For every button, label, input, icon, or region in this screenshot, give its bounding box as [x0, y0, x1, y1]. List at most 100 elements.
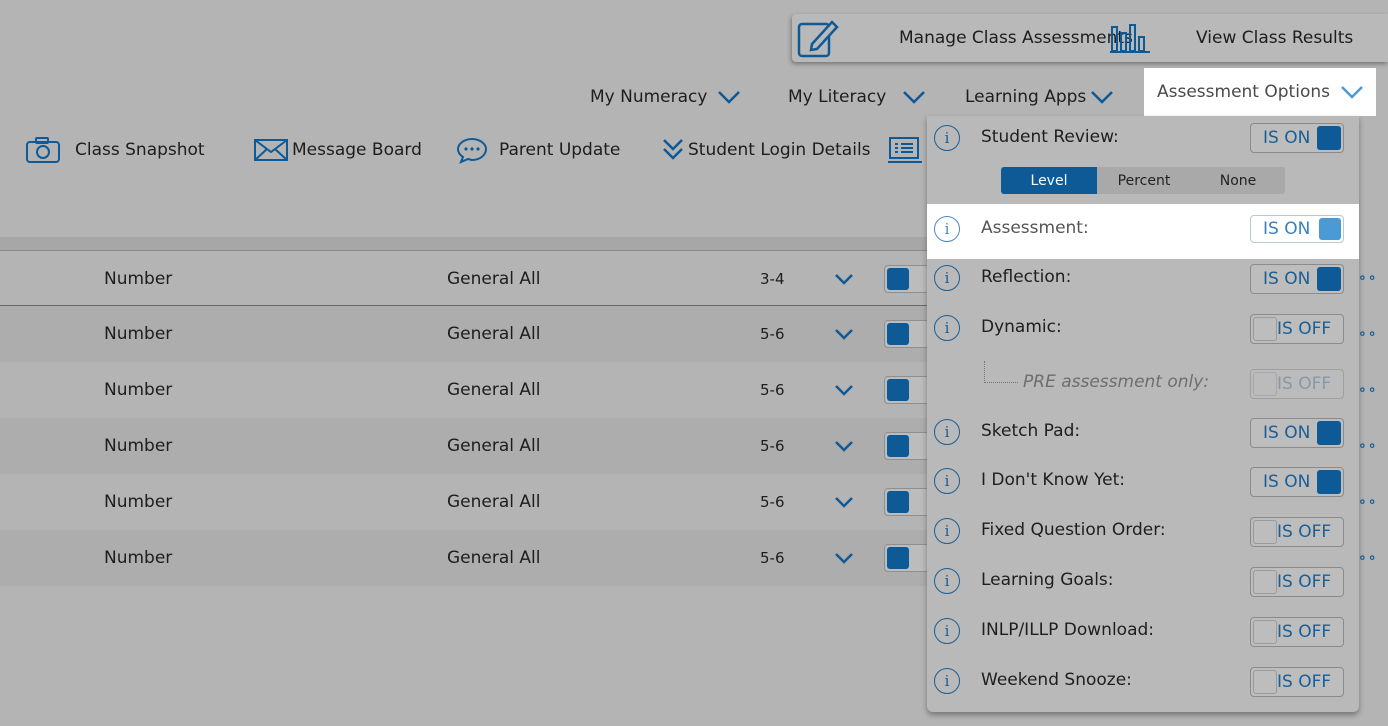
class-snapshot-button[interactable]: Class Snapshot	[25, 134, 205, 166]
toggle-knob	[887, 323, 909, 345]
chevron-down-icon	[835, 385, 853, 396]
toggle-knob	[1253, 620, 1277, 644]
row-expand-button[interactable]	[834, 251, 854, 307]
list-board-icon	[888, 137, 922, 163]
level-cell: 3-4	[760, 270, 785, 288]
toggle-state: IS ON	[1263, 472, 1311, 492]
topic-cell: Number	[104, 269, 173, 289]
view-class-results-button[interactable]: View Class Results	[1110, 14, 1353, 62]
toggle-state: IS OFF	[1277, 319, 1332, 339]
info-icon[interactable]: i	[934, 568, 960, 594]
toggle-knob	[887, 379, 909, 401]
review-mode-segmented-control: Level Percent None	[1001, 167, 1285, 194]
row-toggle[interactable]	[884, 544, 930, 572]
info-icon[interactable]: i	[934, 468, 960, 494]
row-expand-button[interactable]	[834, 530, 854, 586]
row-toggle[interactable]	[884, 432, 930, 460]
row-expand-button[interactable]	[834, 418, 854, 474]
row-toggle[interactable]	[884, 376, 930, 404]
info-icon[interactable]: i	[934, 265, 960, 291]
toggle-knob	[887, 547, 909, 569]
row-expand-button[interactable]	[834, 306, 854, 362]
option-label: Student Review:	[981, 127, 1119, 147]
option-label: Sketch Pad:	[981, 421, 1081, 441]
nav-my-numeracy[interactable]: My Numeracy	[590, 84, 741, 110]
row-toggle[interactable]	[884, 488, 930, 516]
level-cell: 5-6	[760, 381, 785, 399]
row-more-icon[interactable]: ∘∘	[1358, 270, 1378, 286]
option-label: Dynamic:	[981, 317, 1062, 337]
chevron-down-icon	[1341, 86, 1363, 99]
learning-goals-toggle[interactable]: IS OFF	[1250, 567, 1344, 597]
sketch-pad-toggle[interactable]: IS ON	[1250, 418, 1344, 448]
info-icon[interactable]: i	[934, 216, 960, 242]
info-icon[interactable]: i	[934, 668, 960, 694]
inlp-illp-download-toggle[interactable]: IS OFF	[1250, 617, 1344, 647]
topic-cell: Number	[104, 492, 173, 512]
level-cell: 5-6	[760, 549, 785, 567]
nav-label: My Numeracy	[590, 87, 708, 107]
review-mode-none[interactable]: None	[1191, 167, 1285, 194]
manage-class-assessments-button[interactable]: Manage Class Assessments	[796, 14, 1133, 62]
toggle-knob	[1319, 218, 1341, 240]
option-label: INLP/ILLP Download:	[981, 620, 1155, 640]
option-label: Learning Goals:	[981, 570, 1114, 590]
chevron-down-icon	[835, 274, 853, 285]
group-cell: General All	[447, 492, 541, 512]
dynamic-toggle[interactable]: IS OFF	[1250, 314, 1344, 344]
fixed-question-order-toggle[interactable]: IS OFF	[1250, 517, 1344, 547]
table-row[interactable]: Number General All 5-6	[0, 362, 930, 418]
reflection-toggle[interactable]: IS ON	[1250, 264, 1344, 294]
toggle-knob	[1253, 670, 1277, 694]
info-icon[interactable]: i	[934, 315, 960, 341]
view-class-results-label: View Class Results	[1196, 28, 1354, 48]
table-row[interactable]: Number General All 5-6	[0, 530, 930, 586]
student-login-details-button[interactable]: Student Login Details	[662, 134, 871, 166]
option-pre-assessment-only: PRE assessment only: IS OFF	[927, 361, 1359, 409]
review-mode-percent[interactable]: Percent	[1097, 167, 1191, 194]
toggle-state: IS OFF	[1277, 622, 1332, 642]
nav-label: Learning Apps	[965, 87, 1087, 107]
row-expand-button[interactable]	[834, 362, 854, 418]
parent-update-button[interactable]: Parent Update	[456, 134, 620, 166]
row-more-icon[interactable]: ∘∘	[1358, 382, 1378, 398]
toggle-knob	[1317, 126, 1341, 150]
topic-cell: Number	[104, 324, 173, 344]
weekend-snooze-toggle[interactable]: IS OFF	[1250, 667, 1344, 697]
table-row[interactable]: Number General All 5-6	[0, 474, 930, 530]
pre-assessment-only-toggle[interactable]: IS OFF	[1250, 369, 1344, 399]
toggle-state: IS ON	[1263, 269, 1311, 289]
message-board-button[interactable]: Message Board	[254, 134, 422, 166]
info-icon[interactable]: i	[934, 518, 960, 544]
nav-learning-apps[interactable]: Learning Apps	[965, 84, 1114, 110]
row-toggle[interactable]	[884, 265, 930, 293]
review-mode-level[interactable]: Level	[1001, 167, 1097, 194]
chevron-down-icon	[903, 91, 926, 104]
row-toggle[interactable]	[884, 320, 930, 348]
table-row[interactable]: Number General All 5-6	[0, 306, 930, 362]
table-row[interactable]: Number General All 5-6	[0, 418, 930, 474]
info-icon[interactable]: i	[934, 618, 960, 644]
assessment-toggle[interactable]: IS ON	[1250, 215, 1344, 243]
option-fixed-question-order: i Fixed Question Order: IS OFF	[927, 513, 1359, 561]
row-expand-button[interactable]	[834, 474, 854, 530]
info-icon[interactable]: i	[934, 125, 960, 151]
toggle-knob	[1317, 470, 1341, 494]
option-i-dont-know-yet: i I Don't Know Yet: IS ON	[927, 463, 1359, 511]
row-more-icon[interactable]: ∘∘	[1358, 494, 1378, 510]
row-more-icon[interactable]: ∘∘	[1358, 438, 1378, 454]
nav-assessment-options[interactable]: Assessment Options	[1144, 68, 1376, 116]
chat-bubble-icon	[456, 137, 488, 164]
group-cell: General All	[447, 324, 541, 344]
table-row[interactable]: Number General All 3-4	[0, 250, 930, 306]
nav-my-literacy[interactable]: My Literacy	[788, 84, 926, 110]
message-board-label: Message Board	[292, 140, 422, 160]
class-snapshot-label: Class Snapshot	[75, 140, 205, 160]
chevron-down-icon	[718, 91, 741, 104]
student-review-toggle[interactable]: IS ON	[1250, 123, 1344, 153]
row-more-icon[interactable]: ∘∘	[1358, 550, 1378, 566]
toggle-state: IS ON	[1263, 219, 1311, 239]
info-icon[interactable]: i	[934, 419, 960, 445]
row-more-icon[interactable]: ∘∘	[1358, 326, 1378, 342]
i-dont-know-yet-toggle[interactable]: IS ON	[1250, 467, 1344, 497]
